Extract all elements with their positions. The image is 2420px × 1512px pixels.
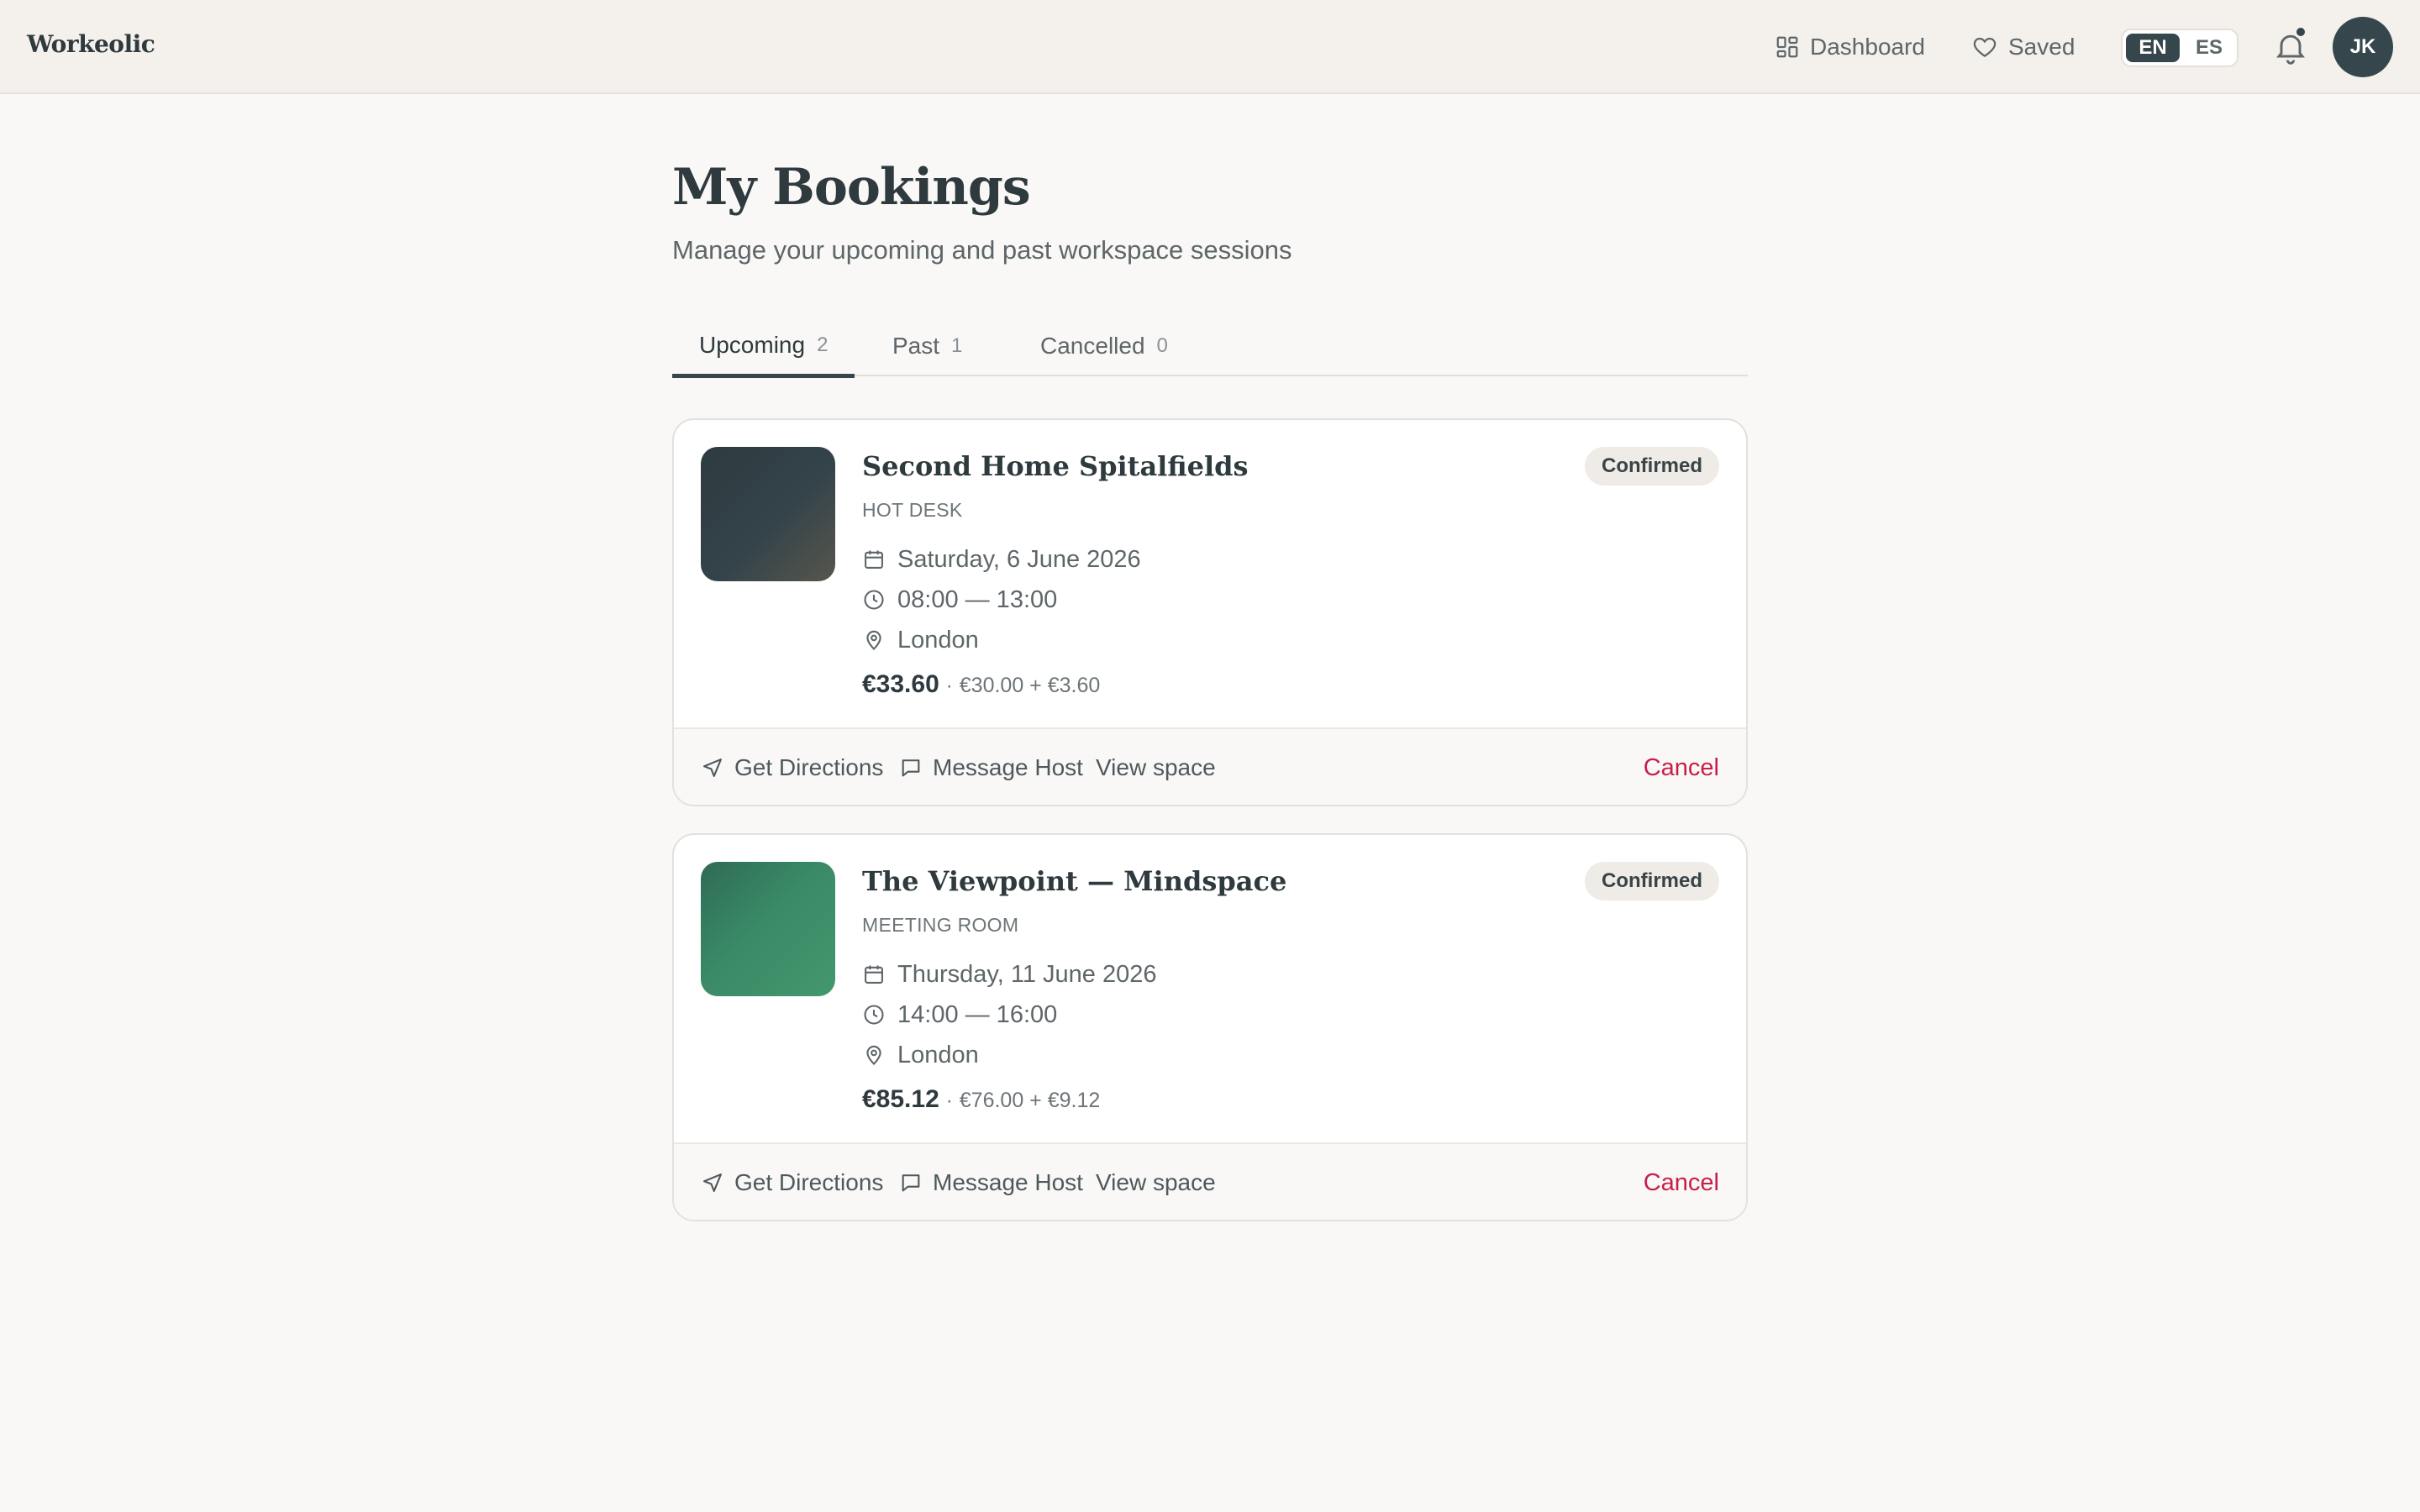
tab-past[interactable]: Past 1: [865, 316, 989, 376]
status-badge: Confirmed: [1585, 862, 1719, 900]
message-icon: [902, 1174, 920, 1192]
location-text: London: [897, 1041, 979, 1068]
language-switcher: EN ES: [2121, 29, 2238, 67]
user-avatar[interactable]: JK: [2333, 17, 2393, 77]
status-badge: Confirmed: [1585, 447, 1719, 486]
price-total: €85.12: [862, 1085, 939, 1113]
message-icon: [902, 759, 920, 777]
price-breakdown: €30.00 + €3.60: [959, 674, 1101, 697]
tab-cancelled[interactable]: Cancelled 0: [1013, 316, 1195, 376]
space-type: MEETING ROOM: [862, 914, 1019, 936]
calendar-icon: [865, 550, 883, 569]
heart-icon: [1973, 37, 1996, 57]
time-text: 14:00 — 16:00: [897, 1000, 1058, 1028]
space-type: HOT DESK: [862, 499, 963, 521]
calendar-icon: [865, 965, 883, 984]
dashboard-icon: [1776, 36, 1798, 58]
message-host-button[interactable]: Message Host: [899, 1166, 1083, 1200]
navigation-arrow-icon: [703, 1173, 722, 1192]
space-thumbnail[interactable]: [701, 862, 835, 996]
booking-location: London: [862, 623, 979, 657]
page-subtitle: Manage your upcoming and past workspace …: [672, 235, 1292, 265]
lang-en-button[interactable]: EN: [2126, 34, 2180, 62]
booking-location: London: [862, 1038, 979, 1072]
price-total: €33.60: [862, 670, 939, 698]
directions-label: Get Directions: [734, 1169, 884, 1195]
time-text: 08:00 — 13:00: [897, 585, 1058, 613]
clock-icon: [864, 590, 884, 610]
view-space-link[interactable]: View space: [1096, 751, 1216, 785]
booking-time: 14:00 — 16:00: [862, 998, 1057, 1032]
cancel-booking-button[interactable]: Cancel: [1644, 751, 1719, 785]
directions-label: Get Directions: [734, 754, 884, 780]
view-space-label: View space: [1096, 754, 1216, 780]
booking-date: Thursday, 11 June 2026: [862, 958, 1156, 991]
nav-saved-link[interactable]: Saved: [1971, 30, 2075, 64]
cancel-booking-button[interactable]: Cancel: [1644, 1166, 1719, 1200]
tab-label: Past: [892, 333, 940, 359]
notification-dot: [2294, 25, 2307, 39]
saved-label: Saved: [2008, 34, 2075, 60]
get-directions-button[interactable]: Get Directions: [701, 1166, 883, 1200]
space-name[interactable]: Second Home Spitalfields: [862, 450, 1249, 482]
booking-card: Second Home Spitalfields HOT DESK Confir…: [672, 418, 1748, 806]
tab-label: Upcoming: [699, 331, 806, 358]
booking-date: Saturday, 6 June 2026: [862, 543, 1141, 576]
top-header: Workeolic Dashboard Saved EN ES JK: [0, 0, 2420, 94]
booking-price: €33.60 · €30.00 + €3.60: [862, 670, 1100, 704]
tab-count: 2: [817, 333, 829, 356]
nav-dashboard-link[interactable]: Dashboard: [1775, 30, 1925, 64]
space-thumbnail[interactable]: [701, 447, 835, 581]
card-actions: Get Directions Message Host View space C…: [674, 1142, 1746, 1220]
view-space-link[interactable]: View space: [1096, 1166, 1216, 1200]
location-pin-icon: [866, 1045, 881, 1065]
tab-count: 1: [951, 334, 963, 357]
price-breakdown: €76.00 + €9.12: [959, 1089, 1101, 1112]
page-title: My Bookings: [672, 158, 1031, 217]
message-label: Message Host: [933, 1169, 1083, 1195]
tab-upcoming[interactable]: Upcoming 2: [672, 316, 855, 378]
booking-card: The Viewpoint — Mindspace MEETING ROOM C…: [672, 833, 1748, 1221]
lang-es-button[interactable]: ES: [2183, 34, 2235, 62]
price-separator: ·: [945, 675, 953, 697]
tab-label: Cancelled: [1040, 333, 1145, 359]
app-logo[interactable]: Workeolic: [27, 30, 155, 58]
get-directions-button[interactable]: Get Directions: [701, 751, 883, 785]
tab-count: 0: [1156, 334, 1168, 357]
date-text: Saturday, 6 June 2026: [897, 545, 1141, 573]
booking-time: 08:00 — 13:00: [862, 583, 1057, 617]
card-actions: Get Directions Message Host View space C…: [674, 727, 1746, 805]
message-label: Message Host: [933, 754, 1083, 780]
space-name[interactable]: The Viewpoint — Mindspace: [862, 865, 1286, 897]
location-pin-icon: [866, 630, 881, 650]
view-space-label: View space: [1096, 1169, 1216, 1195]
booking-tabs: Upcoming 2 Past 1 Cancelled 0: [672, 316, 1748, 378]
location-text: London: [897, 626, 979, 654]
clock-icon: [864, 1005, 884, 1025]
booking-price: €85.12 · €76.00 + €9.12: [862, 1085, 1100, 1119]
message-host-button[interactable]: Message Host: [899, 751, 1083, 785]
navigation-arrow-icon: [703, 759, 722, 777]
date-text: Thursday, 11 June 2026: [897, 960, 1157, 988]
dashboard-label: Dashboard: [1810, 34, 1925, 60]
price-separator: ·: [945, 1089, 953, 1112]
